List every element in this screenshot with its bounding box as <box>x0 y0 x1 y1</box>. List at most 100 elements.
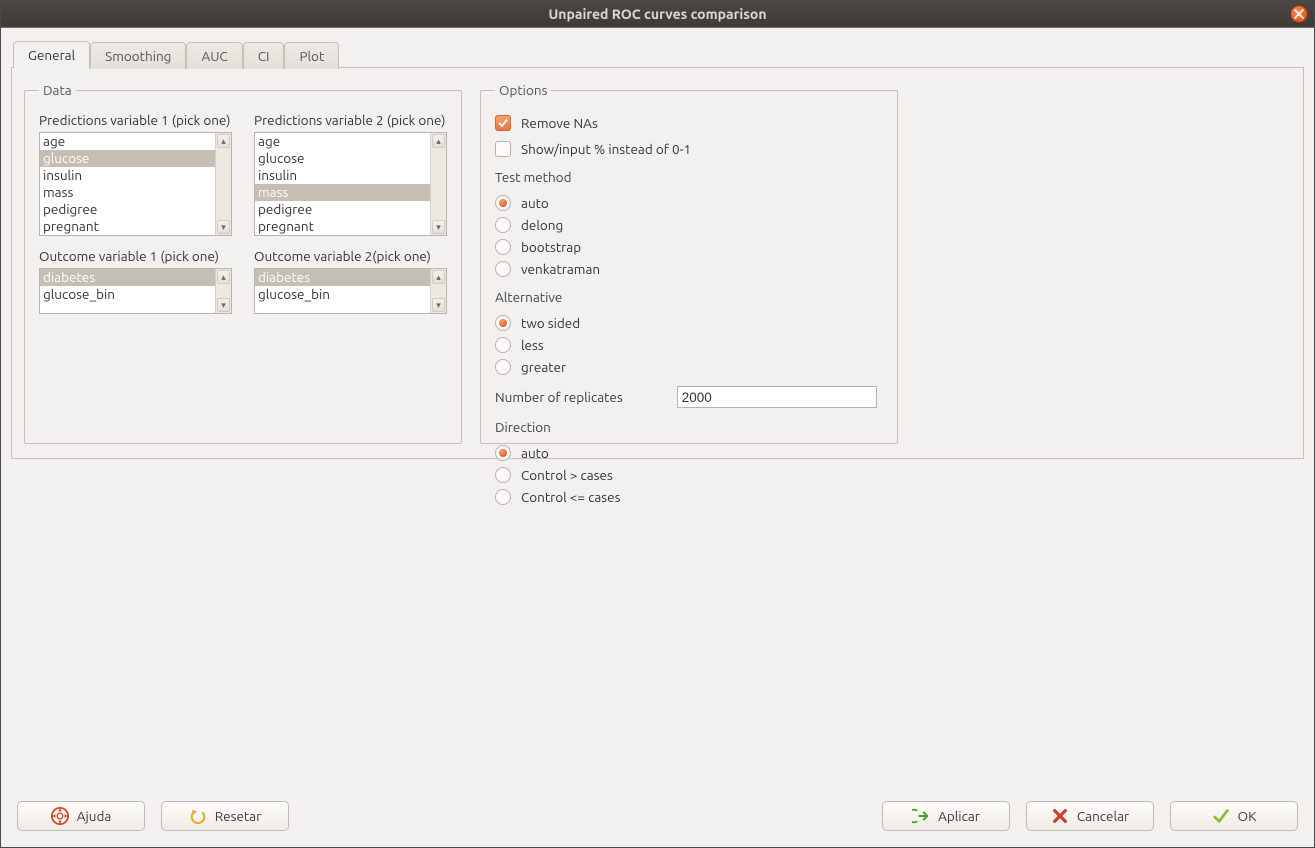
pred1-item[interactable]: mass <box>40 184 215 201</box>
cancel-button[interactable]: Cancelar <box>1026 801 1154 831</box>
replicates-input[interactable] <box>677 386 877 408</box>
ok-button-label: OK <box>1238 808 1257 824</box>
alternative-radio[interactable] <box>495 337 511 353</box>
alternative-radio[interactable] <box>495 315 511 331</box>
titlebar: Unpaired ROC curves comparison <box>1 1 1314 27</box>
dialog-body: General Smoothing AUC CI Plot Data Predi… <box>1 28 1314 847</box>
close-button[interactable] <box>1290 5 1308 23</box>
show-percent-checkbox[interactable] <box>495 141 511 157</box>
ok-button[interactable]: OK <box>1170 801 1298 831</box>
apply-button-label: Aplicar <box>938 808 980 824</box>
pred2-item[interactable]: insulin <box>255 167 430 184</box>
test-method-radio[interactable] <box>495 239 511 255</box>
scroll-up-icon[interactable]: ▴ <box>432 134 445 148</box>
pred1-block: Predictions variable 1 (pick one) ageglu… <box>39 112 232 236</box>
scroll-down-icon[interactable]: ▾ <box>432 298 445 312</box>
scroll-down-icon[interactable]: ▾ <box>217 220 230 234</box>
pred1-item[interactable]: insulin <box>40 167 215 184</box>
dialog-window: Unpaired ROC curves comparison General S… <box>0 0 1315 848</box>
direction-radio[interactable] <box>495 445 511 461</box>
pred2-scrollbar[interactable]: ▴ ▾ <box>430 133 446 235</box>
data-group: Data Predictions variable 1 (pick one) a… <box>24 82 462 444</box>
remove-nas-row[interactable]: Remove NAs <box>495 112 883 134</box>
pred1-item[interactable]: pedigree <box>40 201 215 218</box>
pred1-item[interactable]: pregnant <box>40 218 215 235</box>
alternative-option[interactable]: greater <box>495 356 883 378</box>
tab-ci[interactable]: CI <box>243 42 285 69</box>
ok-icon <box>1212 807 1230 825</box>
check-icon <box>497 117 509 129</box>
scroll-down-icon[interactable]: ▾ <box>432 220 445 234</box>
data-legend: Data <box>39 82 76 98</box>
options-group: Options Remove NAs Show/input % instead … <box>480 82 898 444</box>
direction-radio[interactable] <box>495 489 511 505</box>
direction-option[interactable]: auto <box>495 442 883 464</box>
remove-nas-label: Remove NAs <box>521 115 598 131</box>
pred2-item[interactable]: mass <box>255 184 430 201</box>
pred2-item[interactable]: age <box>255 133 430 150</box>
window-title: Unpaired ROC curves comparison <box>548 6 766 22</box>
show-percent-label: Show/input % instead of 0-1 <box>521 141 691 157</box>
show-percent-row[interactable]: Show/input % instead of 0-1 <box>495 138 883 160</box>
test-method-radio[interactable] <box>495 261 511 277</box>
pred2-item[interactable]: pedigree <box>255 201 430 218</box>
test-method-option[interactable]: auto <box>495 192 883 214</box>
out1-scrollbar[interactable]: ▴ ▾ <box>215 269 231 313</box>
scroll-up-icon[interactable]: ▴ <box>217 134 230 148</box>
alternative-option[interactable]: less <box>495 334 883 356</box>
scroll-down-icon[interactable]: ▾ <box>217 298 230 312</box>
tab-auc[interactable]: AUC <box>186 42 242 69</box>
pred2-item[interactable]: glucose <box>255 150 430 167</box>
out1-item[interactable]: diabetes <box>40 269 215 286</box>
direction-radio[interactable] <box>495 467 511 483</box>
close-icon <box>1294 9 1304 19</box>
apply-button[interactable]: Aplicar <box>882 801 1010 831</box>
out2-item[interactable]: diabetes <box>255 269 430 286</box>
direction-radio-label: Control <= cases <box>521 489 620 505</box>
help-button[interactable]: Ajuda <box>17 801 145 831</box>
test-method-radio-label: bootstrap <box>521 239 581 255</box>
remove-nas-checkbox[interactable] <box>495 115 511 131</box>
tab-smoothing[interactable]: Smoothing <box>90 42 186 69</box>
reset-button[interactable]: Resetar <box>161 801 289 831</box>
alternative-heading: Alternative <box>495 286 883 308</box>
out1-listbox[interactable]: diabetesglucose_bin ▴ ▾ <box>39 268 232 314</box>
out2-item[interactable]: glucose_bin <box>255 286 430 303</box>
pred1-scrollbar[interactable]: ▴ ▾ <box>215 133 231 235</box>
pred1-item[interactable]: age <box>40 133 215 150</box>
direction-radio-label: Control > cases <box>521 467 613 483</box>
test-method-radio[interactable] <box>495 195 511 211</box>
options-legend: Options <box>495 82 551 98</box>
scroll-up-icon[interactable]: ▴ <box>217 270 230 284</box>
pred1-item[interactable]: glucose <box>40 150 215 167</box>
scroll-up-icon[interactable]: ▴ <box>432 270 445 284</box>
pred2-listbox[interactable]: ageglucoseinsulinmasspedigreepregnant ▴ … <box>254 132 447 236</box>
direction-option[interactable]: Control <= cases <box>495 486 883 508</box>
test-method-option[interactable]: bootstrap <box>495 236 883 258</box>
direction-radio-label: auto <box>521 445 549 461</box>
tab-strip: General Smoothing AUC CI Plot <box>11 40 1304 67</box>
test-method-option[interactable]: venkatraman <box>495 258 883 280</box>
help-button-label: Ajuda <box>77 808 112 824</box>
tab-plot[interactable]: Plot <box>284 42 339 69</box>
replicates-row: Number of replicates <box>495 386 883 408</box>
replicates-label: Number of replicates <box>495 389 623 405</box>
alternative-radio[interactable] <box>495 359 511 375</box>
out2-listbox[interactable]: diabetesglucose_bin ▴ ▾ <box>254 268 447 314</box>
undo-icon <box>189 807 207 825</box>
pred2-item[interactable]: pregnant <box>255 218 430 235</box>
direction-option[interactable]: Control > cases <box>495 464 883 486</box>
test-method-heading: Test method <box>495 166 883 188</box>
tab-general[interactable]: General <box>13 41 90 68</box>
alternative-option[interactable]: two sided <box>495 312 883 334</box>
test-method-radio[interactable] <box>495 217 511 233</box>
out1-item[interactable]: glucose_bin <box>40 286 215 303</box>
alternative-radio-label: two sided <box>521 315 580 331</box>
test-method-option[interactable]: delong <box>495 214 883 236</box>
pred1-listbox[interactable]: ageglucoseinsulinmasspedigreepregnant ▴ … <box>39 132 232 236</box>
tab-panel-general: Data Predictions variable 1 (pick one) a… <box>11 67 1304 459</box>
direction-heading: Direction <box>495 416 883 438</box>
out2-scrollbar[interactable]: ▴ ▾ <box>430 269 446 313</box>
test-method-radio-label: auto <box>521 195 549 211</box>
help-icon <box>51 807 69 825</box>
